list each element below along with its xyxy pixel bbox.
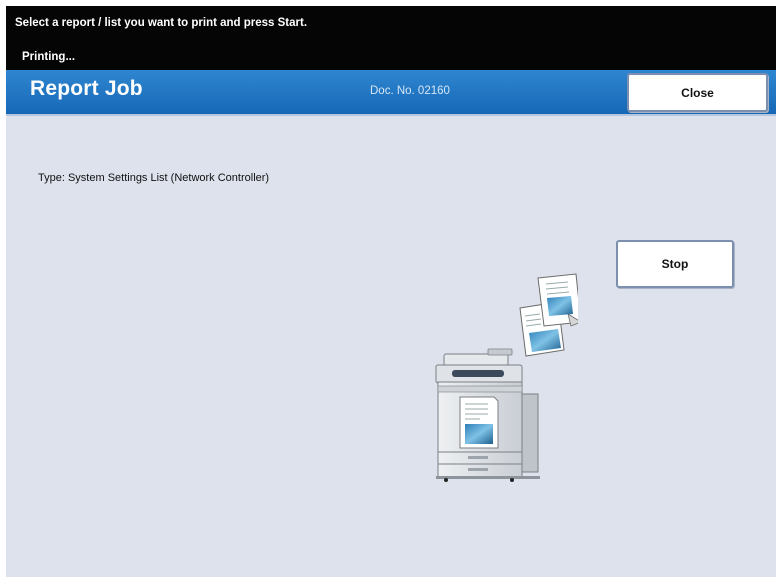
- report-job-screen: Select a report / list you want to print…: [6, 6, 776, 577]
- report-type-text: Type: System Settings List (Network Cont…: [38, 172, 270, 184]
- doc-number: Doc. No. 02160: [370, 85, 450, 97]
- page-title: Report Job: [30, 77, 143, 100]
- close-button[interactable]: Close: [627, 73, 768, 112]
- stop-button[interactable]: Stop: [616, 240, 734, 288]
- instruction-text: Select a report / list you want to print…: [15, 17, 308, 29]
- message-bar: Select a report / list you want to print…: [6, 6, 776, 70]
- page-front-icon: [537, 273, 578, 327]
- printer-printing-icon: [435, 273, 578, 482]
- close-button-label: Close: [681, 85, 714, 100]
- printer-icon: [435, 348, 540, 482]
- stop-button-label: Stop: [661, 257, 689, 271]
- status-text: Printing...: [22, 51, 76, 63]
